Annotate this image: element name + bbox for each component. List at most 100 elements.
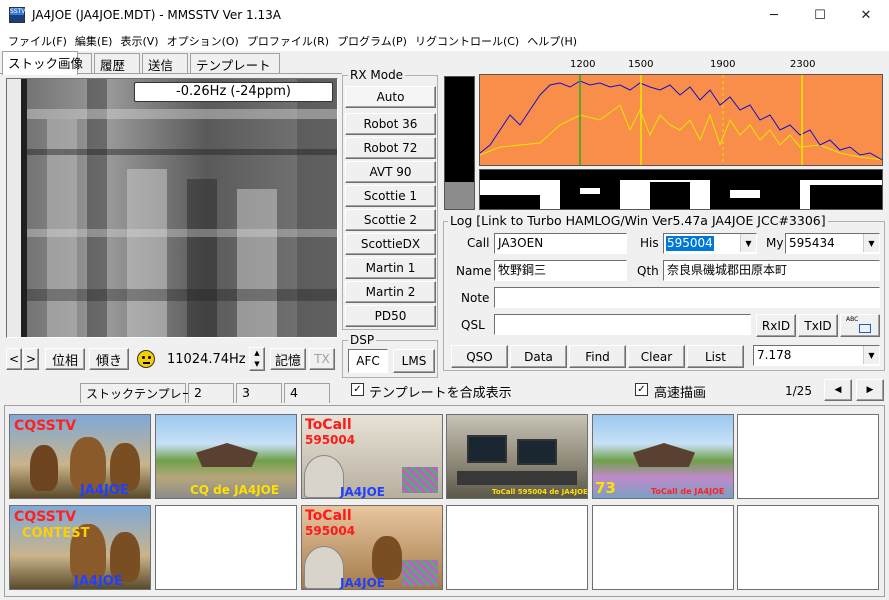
band-select[interactable]: 7.178 ▼ bbox=[753, 345, 880, 366]
list-button[interactable]: List bbox=[687, 345, 744, 368]
menu-help[interactable]: ヘルプ(H) bbox=[523, 33, 581, 49]
thumbnail-caption: ToCall 595004 de JA4JOE bbox=[492, 488, 588, 496]
mode-scottie-1[interactable]: Scottie 1 bbox=[345, 185, 436, 207]
close-button[interactable]: ✕ bbox=[843, 0, 889, 31]
slant-button[interactable]: 傾き bbox=[89, 348, 129, 370]
temple-roof bbox=[633, 443, 695, 467]
thumbnail-empty[interactable] bbox=[737, 414, 879, 499]
frequency-spinner[interactable]: ▲ ▼ bbox=[249, 347, 265, 371]
call-input[interactable]: JA3OEN bbox=[494, 233, 627, 254]
tick-1900: 1900 bbox=[710, 59, 736, 70]
data-button[interactable]: Data bbox=[510, 345, 567, 368]
minimize-button[interactable]: ─ bbox=[751, 0, 797, 31]
mode-scottie-dx[interactable]: ScottieDX bbox=[345, 233, 436, 255]
menu-view[interactable]: 表示(V) bbox=[116, 33, 162, 49]
my-select[interactable]: 595434 ▼ bbox=[785, 233, 880, 254]
mode-martin-2[interactable]: Martin 2 bbox=[345, 281, 436, 303]
thumbnail-3[interactable]: ToCall 595004 JA4JOE bbox=[301, 414, 443, 499]
memory-button[interactable]: 記憶 bbox=[270, 348, 306, 370]
prev-button[interactable]: < bbox=[6, 348, 22, 370]
maximize-button[interactable]: ☐ bbox=[797, 0, 843, 31]
thumbnail-empty[interactable] bbox=[592, 505, 734, 590]
tx-button[interactable]: TX bbox=[309, 348, 335, 370]
menu-profile[interactable]: プロファイル(R) bbox=[243, 33, 333, 49]
temple-roof bbox=[196, 443, 258, 467]
mode-avt-90[interactable]: AVT 90 bbox=[345, 161, 436, 183]
rxid-button[interactable]: RxID bbox=[756, 314, 796, 337]
template-compose-checkbox[interactable]: ✓ bbox=[351, 383, 364, 396]
menu-program[interactable]: プログラム(P) bbox=[333, 33, 411, 49]
chevron-down-icon[interactable]: ▼ bbox=[863, 346, 879, 364]
mosaic bbox=[402, 467, 438, 493]
chevron-down-icon[interactable]: ▼ bbox=[740, 234, 756, 252]
his-select[interactable]: 595004 ▼ bbox=[663, 233, 757, 254]
dsp-title: DSP bbox=[348, 333, 377, 347]
spectrum-graph bbox=[480, 75, 882, 165]
menu-edit[interactable]: 編集(E) bbox=[71, 33, 117, 49]
find-button[interactable]: Find bbox=[569, 345, 626, 368]
sync-image[interactable]: -0.26Hz (-24ppm) bbox=[6, 78, 338, 338]
note-input[interactable] bbox=[494, 287, 880, 308]
txid-button[interactable]: TxID bbox=[798, 314, 838, 337]
thumbnail-empty[interactable] bbox=[446, 505, 588, 590]
qso-button[interactable]: QSO bbox=[451, 345, 508, 368]
tab-stock-3[interactable]: 3 bbox=[236, 383, 282, 403]
thumbnail-caption: JA4JOE bbox=[80, 483, 129, 498]
spectrum-display[interactable] bbox=[479, 74, 883, 166]
mode-auto[interactable]: Auto bbox=[345, 86, 436, 108]
phase-button[interactable]: 位相 bbox=[45, 348, 85, 370]
app-icon: SSTV bbox=[9, 7, 25, 23]
thumbnail-empty[interactable] bbox=[155, 505, 297, 590]
qsl-input[interactable] bbox=[494, 314, 751, 335]
thumbnail-caption: JA4JOE bbox=[340, 485, 385, 499]
thumbnail-7[interactable]: ToCall 595004 JA4JOE bbox=[301, 505, 443, 590]
mode-robot-72[interactable]: Robot 72 bbox=[345, 137, 436, 159]
tab-send[interactable]: 送信 bbox=[142, 53, 188, 73]
menu-file[interactable]: ファイル(F) bbox=[4, 33, 71, 49]
menu-options[interactable]: オプション(O) bbox=[163, 33, 243, 49]
thumbnail-caption: ToCall bbox=[305, 508, 352, 524]
mode-scottie-2[interactable]: Scottie 2 bbox=[345, 209, 436, 231]
name-label: Name bbox=[456, 264, 492, 278]
thumbnail-empty[interactable] bbox=[737, 505, 879, 590]
menu-rig-control[interactable]: リグコントロール(C) bbox=[411, 33, 523, 49]
tab-stock-images[interactable]: ストック画像 bbox=[2, 51, 83, 75]
tanuki-figure bbox=[30, 445, 58, 491]
thumbnail-6[interactable]: CQSSTV CONTEST JA4JOE bbox=[9, 505, 151, 590]
mode-pd50[interactable]: PD50 bbox=[345, 305, 436, 327]
qth-input[interactable]: 奈良県磯城郡田原本町 bbox=[663, 260, 880, 281]
waterfall-display[interactable] bbox=[479, 169, 883, 210]
page-next-button[interactable]: ▶ bbox=[856, 379, 884, 401]
log-title: Log [Link to Turbo HAMLOG/Win Ver5.47a J… bbox=[448, 213, 828, 228]
tanuki-figure bbox=[372, 536, 402, 580]
sync-pattern bbox=[7, 79, 337, 337]
page-prev-button[interactable]: ◀ bbox=[824, 379, 852, 401]
name-input[interactable]: 牧野鋼三 bbox=[494, 260, 627, 281]
lms-button[interactable]: LMS bbox=[393, 349, 435, 373]
fast-draw-label: 高速描画 bbox=[654, 386, 707, 401]
thumbnail-1[interactable]: CQSSTV JA4JOE bbox=[9, 414, 151, 499]
mode-robot-36[interactable]: Robot 36 bbox=[345, 113, 436, 135]
thumbnail-4-overlay: ToCall 595004 de JA4JOE bbox=[446, 414, 588, 499]
tab-history[interactable]: 履歴 bbox=[94, 53, 140, 73]
rx-mode-title: RX Mode bbox=[348, 68, 406, 82]
next-button[interactable]: > bbox=[23, 348, 39, 370]
face-icon[interactable] bbox=[137, 350, 155, 368]
sync-frequency: 11024.74Hz bbox=[167, 352, 246, 367]
tab-stock-2[interactable]: 2 bbox=[188, 383, 234, 403]
tab-stock-4[interactable]: 4 bbox=[284, 383, 330, 403]
chevron-down-icon[interactable]: ▼ bbox=[863, 234, 879, 252]
clear-button[interactable]: Clear bbox=[628, 345, 685, 368]
fast-draw-checkbox[interactable]: ✓ bbox=[635, 383, 648, 396]
tick-2300: 2300 bbox=[790, 59, 816, 70]
mode-martin-1[interactable]: Martin 1 bbox=[345, 257, 436, 279]
my-label: My bbox=[766, 236, 784, 250]
thumbnail-2[interactable]: CQ de JA4JOE bbox=[155, 414, 297, 499]
menu-bar: ファイル(F) 編集(E) 表示(V) オプション(O) プロファイル(R) プ… bbox=[0, 31, 889, 51]
portrait bbox=[304, 455, 344, 498]
abc-button[interactable]: ABC bbox=[840, 314, 880, 337]
thumbnail-5[interactable]: 73 ToCall de JA4JOE bbox=[592, 414, 734, 499]
afc-button[interactable]: AFC bbox=[348, 349, 388, 373]
tab-template[interactable]: テンプレート bbox=[190, 53, 280, 73]
tab-stock-template-1[interactable]: ストックテンプレート 1 bbox=[80, 383, 217, 403]
